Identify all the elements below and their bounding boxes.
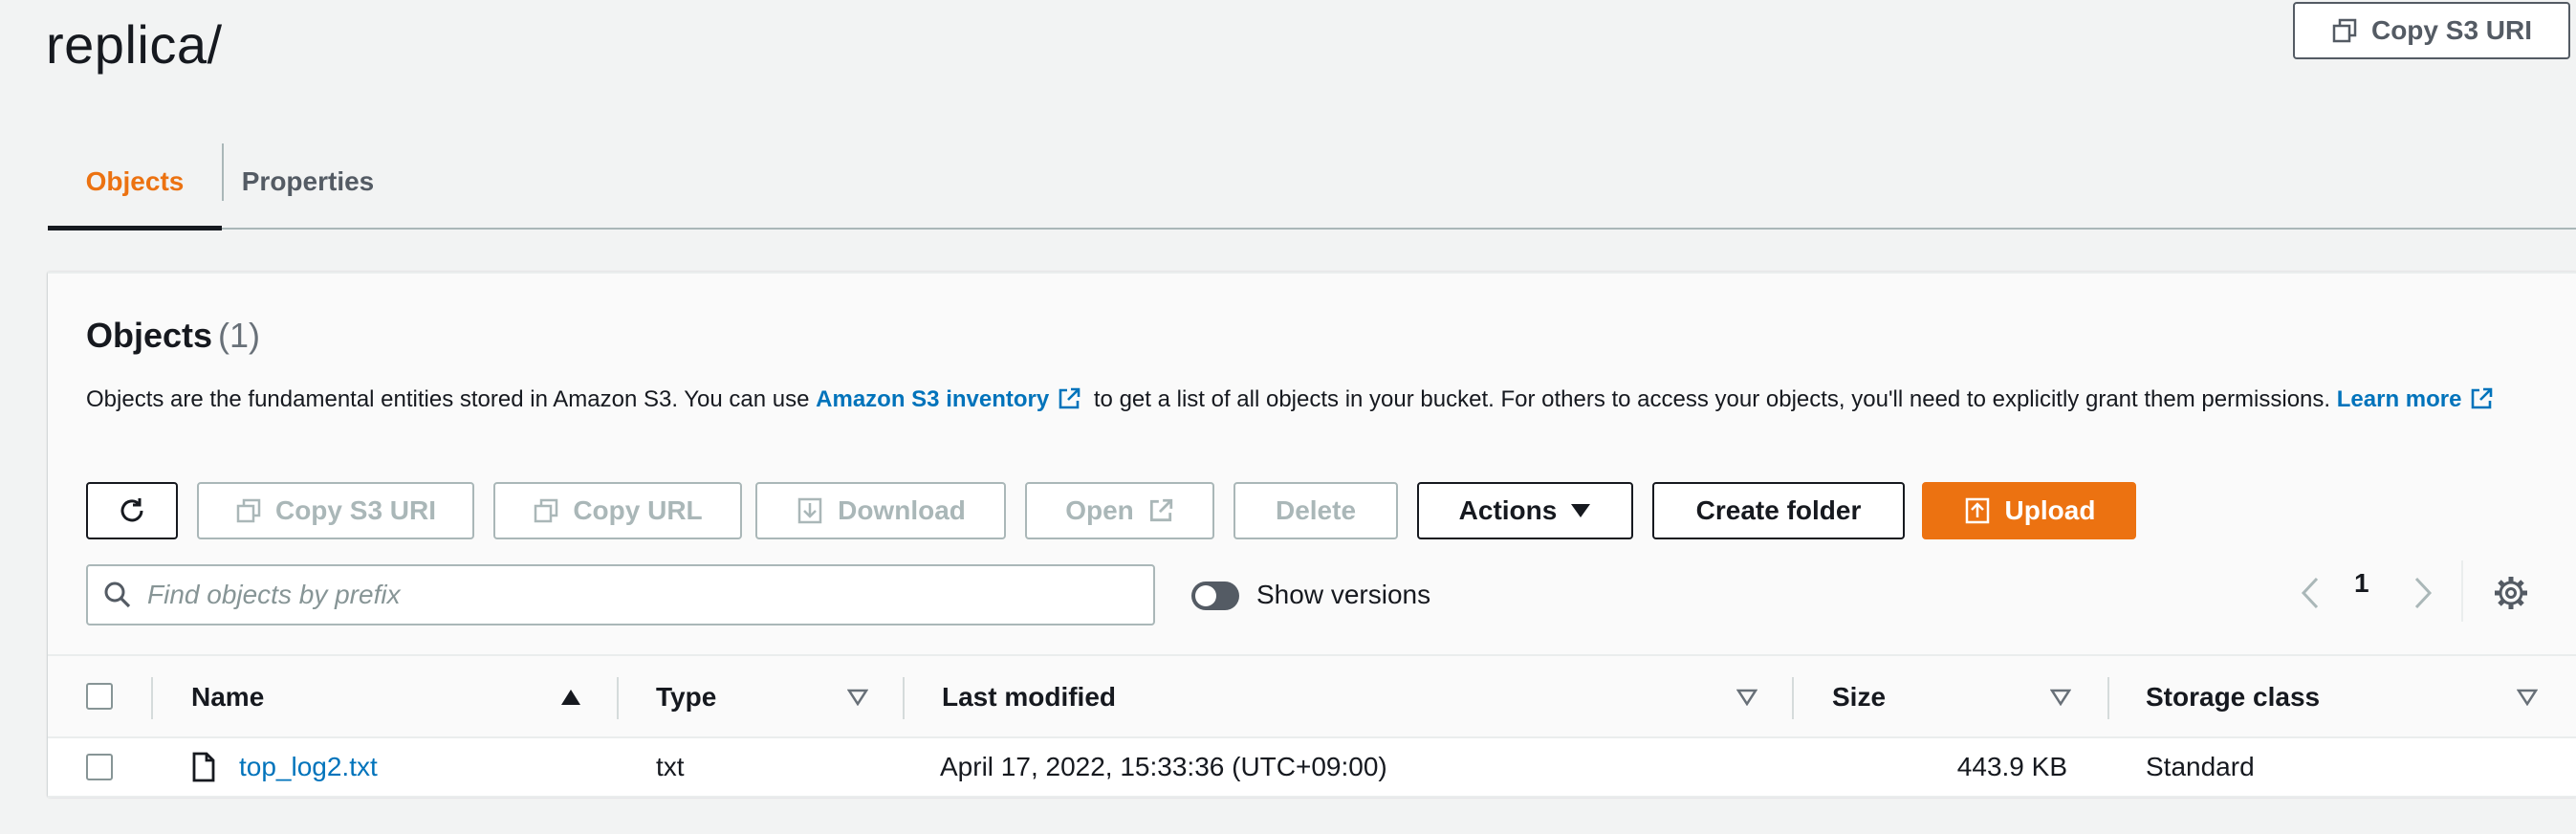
select-all-checkbox[interactable] (86, 683, 113, 710)
column-separator (2107, 677, 2109, 719)
column-header-type[interactable]: Type (656, 656, 716, 738)
tab-bar: Objects Properties (48, 134, 2576, 230)
objects-panel: Objects (1) Objects are the fundamental e… (48, 272, 2576, 798)
table-row: top_log2.txt txt April 17, 2022, 15:33:3… (48, 738, 2576, 798)
column-separator (617, 677, 619, 719)
column-header-last-modified-label: Last modified (942, 682, 1117, 712)
file-icon (192, 752, 215, 782)
show-versions-label: Show versions (1256, 580, 1431, 609)
search-box (86, 564, 1155, 626)
upload-icon (1965, 497, 1989, 524)
download-label: Download (838, 495, 966, 525)
refresh-button[interactable] (86, 482, 178, 539)
objects-panel-title: Objects (1) (86, 316, 260, 356)
download-button[interactable]: Download (755, 482, 1006, 539)
external-link-icon (1149, 498, 1172, 522)
caret-down-icon (1571, 504, 1591, 517)
external-link-icon (2472, 387, 2493, 409)
column-header-size[interactable]: Size (1832, 656, 1886, 738)
upload-button[interactable]: Upload (1922, 482, 2136, 539)
search-icon (104, 582, 131, 608)
chevron-right-icon (2414, 577, 2433, 609)
learn-more-link[interactable]: Learn more (2337, 386, 2462, 412)
tab-properties[interactable]: Properties (224, 134, 392, 230)
delete-button[interactable]: Delete (1233, 482, 1398, 539)
column-header-name[interactable]: Name (191, 656, 264, 738)
copy-icon (535, 498, 558, 523)
show-versions-toggle[interactable] (1191, 582, 1239, 610)
search-input[interactable] (147, 580, 1103, 610)
s3-folder-page: replica/ Copy S3 URI Objects Properties … (0, 0, 2576, 834)
copy-icon (2332, 18, 2357, 43)
copy-s3-uri-button[interactable]: Copy S3 URI (197, 482, 474, 539)
pagination-next-button[interactable] (2404, 566, 2442, 620)
column-header-size-label: Size (1832, 682, 1887, 712)
actions-label: Actions (1458, 495, 1558, 525)
page-title: replica/ (46, 14, 223, 75)
column-header-name-label: Name (191, 682, 265, 712)
sort-ascending-icon[interactable] (560, 689, 581, 706)
pagination-current-page[interactable]: 1 (2354, 568, 2369, 599)
actions-dropdown[interactable]: Actions (1417, 482, 1633, 539)
copy-url-label: Copy URL (573, 495, 703, 525)
objects-count: (1) (218, 316, 261, 355)
create-folder-label: Create folder (1695, 495, 1862, 525)
column-separator (1792, 677, 1794, 719)
description-text-1: Objects are the fundamental entities sto… (86, 386, 817, 412)
chevron-left-icon (2301, 577, 2319, 609)
column-header-last-modified[interactable]: Last modified (942, 656, 1116, 738)
external-link-icon (1059, 387, 1081, 409)
copy-s3-uri-button-header[interactable]: Copy S3 URI (2293, 2, 2570, 59)
sort-icon[interactable] (847, 689, 868, 706)
sort-icon[interactable] (2517, 689, 2538, 706)
objects-description: Objects are the fundamental entities sto… (86, 379, 2515, 421)
column-header-storage-class-label: Storage class (2146, 682, 2321, 712)
column-header-type-label: Type (656, 682, 717, 712)
sort-icon[interactable] (2050, 689, 2071, 706)
refresh-icon (120, 498, 143, 522)
toggle-knob (1195, 585, 1216, 606)
objects-title-text: Objects (86, 316, 213, 355)
copy-s3-uri-label: Copy S3 URI (2370, 15, 2533, 45)
tab-properties-label: Properties (241, 166, 375, 196)
row-checkbox[interactable] (86, 754, 113, 780)
copy-icon (236, 498, 261, 523)
object-size: 443.9 KB (1956, 752, 2067, 781)
column-header-storage-class[interactable]: Storage class (2146, 656, 2320, 738)
description-text-2: to get a list of all objects in your buc… (1087, 386, 2337, 412)
amazon-s3-inventory-link[interactable]: Amazon S3 inventory (816, 386, 1049, 412)
pagination-divider (2461, 560, 2463, 622)
delete-label: Delete (1275, 495, 1357, 525)
download-icon (797, 497, 822, 524)
column-separator (151, 677, 153, 719)
object-last-modified: April 17, 2022, 15:33:36 (UTC+09:00) (940, 752, 1387, 781)
sort-icon[interactable] (1736, 689, 1757, 706)
pagination-prev-button[interactable] (2291, 566, 2329, 620)
column-separator (903, 677, 905, 719)
upload-label: Upload (2004, 495, 2096, 525)
tab-objects[interactable]: Objects (48, 134, 222, 230)
object-name-link[interactable]: top_log2.txt (239, 738, 378, 796)
open-label: Open (1065, 495, 1134, 525)
copy-url-button[interactable]: Copy URL (493, 482, 742, 539)
create-folder-button[interactable]: Create folder (1652, 482, 1905, 539)
object-type: txt (656, 752, 685, 781)
table-header: Name Type Last modified Size Storage cla… (48, 654, 2576, 738)
tab-objects-label: Objects (85, 166, 185, 196)
copy-s3-uri-label: Copy S3 URI (274, 495, 437, 525)
object-storage-class: Standard (2146, 752, 2255, 781)
gear-icon[interactable] (2492, 574, 2530, 612)
active-tab-indicator (48, 226, 222, 230)
open-button[interactable]: Open (1025, 482, 1214, 539)
